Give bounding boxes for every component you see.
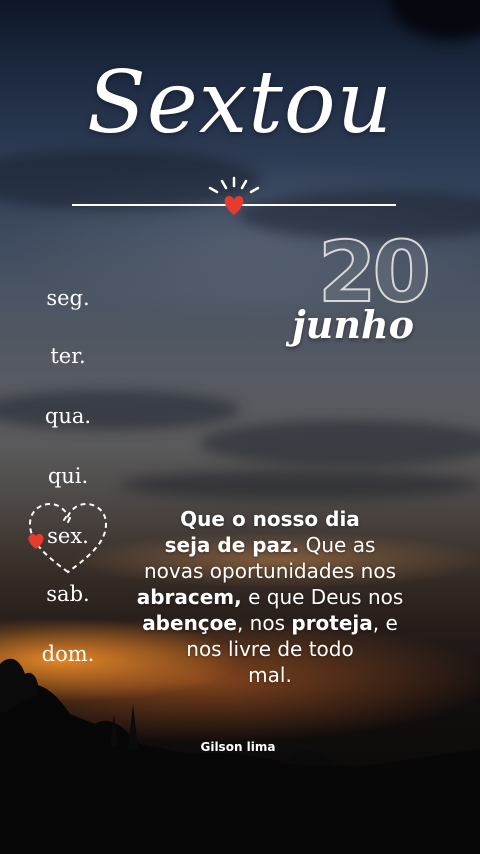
message-line: mal.	[248, 663, 292, 687]
message-line: nos livre de todo	[186, 637, 354, 661]
message-line: , nos	[236, 611, 292, 635]
message-bold: proteja	[291, 611, 373, 635]
weekday-item: qui.	[47, 464, 89, 488]
date-month: junho	[292, 302, 414, 347]
sun-rays-icon	[208, 176, 260, 194]
weekday-item: dom.	[41, 642, 95, 666]
message-line: e que Deus nos	[241, 585, 404, 609]
message-bold: abracem,	[136, 585, 242, 609]
weekday-item: qua.	[44, 404, 92, 428]
title-divider	[72, 176, 396, 215]
weekday-item: ter.	[50, 344, 86, 368]
weekday-item: sab.	[46, 582, 90, 606]
weekday-item: seg.	[46, 286, 90, 310]
message-text: Que o nosso dia seja de paz. Que as nova…	[122, 506, 418, 688]
message-line: novas oportunidades nos	[144, 559, 396, 583]
message-bold: seja de paz.	[164, 533, 300, 557]
author-signature: Gilson lima	[200, 740, 276, 754]
heart-icon	[28, 533, 44, 549]
message-line: Que o nosso dia	[180, 507, 360, 531]
message-line: , e	[372, 611, 398, 635]
message-bold: abençoe	[142, 611, 237, 635]
heart-icon	[224, 196, 244, 215]
message-line: Que as	[299, 533, 376, 557]
page-title: Sextou	[86, 53, 394, 153]
